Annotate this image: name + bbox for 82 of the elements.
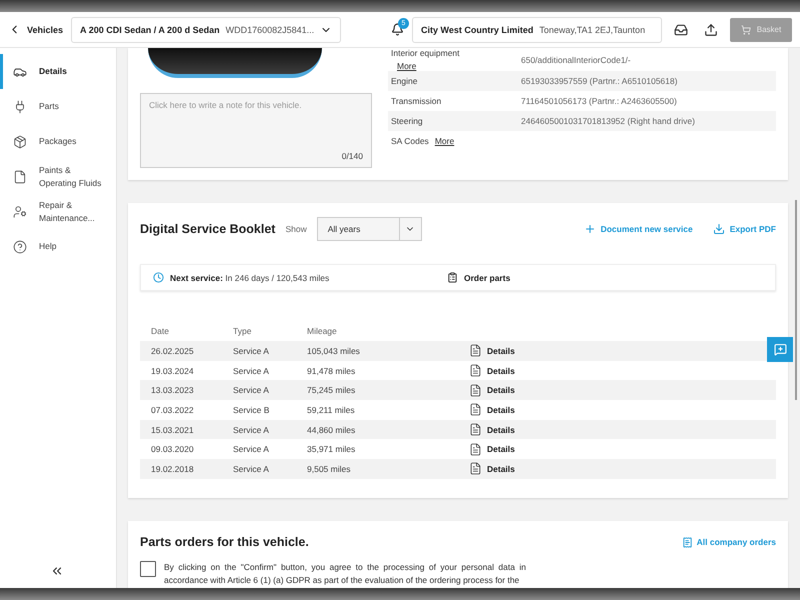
document-icon [469,403,482,416]
spec-value: 65193033957559 (Partnr.: A6510105618) [521,76,678,86]
help-icon [13,240,27,254]
filter-label: Show [285,224,307,234]
table-cell-text: 44,860 miles [307,424,356,435]
download-icon [712,223,725,235]
character-counter: 0/140 [342,151,363,161]
table-cell-text: 26.02.2025 [151,346,195,356]
spec-value: 650/additionalInteriorCode1/- [521,54,632,64]
vehicle-select[interactable]: A 200 CDI Sedan / A 200 d Sedan WDD1760082J5841... [71,16,342,42]
spec-label: Interior equipment [391,48,460,58]
clipboard-icon [447,272,458,283]
spec-value: 2464605001031701813952 (Right hand drive) [521,116,696,126]
details-link[interactable]: Details [469,423,515,436]
cart-icon [740,24,751,34]
document-icon [469,364,482,378]
details-link[interactable]: Details [469,462,515,476]
feedback-button[interactable] [767,337,793,362]
column-header: Date [151,326,170,336]
details-link[interactable]: Details [469,403,515,416]
sidebar-item[interactable]: Repair & Maintenance... [0,194,116,229]
column-header: Mileage [307,326,338,336]
file-icon [13,170,27,184]
clock-icon [153,272,164,283]
column-header: Type [233,326,252,336]
message-plus-icon [774,343,786,356]
document-icon [469,442,482,456]
details-link[interactable]: Details [469,384,515,397]
year-select[interactable]: All years [316,217,422,241]
inbox-icon [674,22,688,36]
more-link[interactable]: More [434,136,454,146]
table-cell-text: Service A [233,346,270,356]
document-icon [469,384,482,397]
table-cell-text: Service B [233,404,270,415]
table-cell-text: 59,211 miles [307,404,356,415]
plus-icon [584,223,596,235]
table-cell-text: 13.03.2023 [151,385,195,396]
table-cell-text: 75,245 miles [307,385,356,396]
note-field[interactable]: Click here to write a note for this vehicle. 0/140 [140,93,372,168]
table-cell-text: Service A [233,444,270,454]
table-cell-text: Service A [233,366,270,376]
upload-icon [704,22,718,36]
spec-label: Engine [391,76,418,86]
spec-label: Steering [391,116,423,126]
spec-label: Transmission [391,96,442,106]
sidebar-item[interactable]: Packages [0,124,116,159]
table-cell-text: 19.03.2024 [151,366,195,376]
table-cell-text: 15.03.2021 [151,424,195,435]
document-icon [469,344,482,358]
document-icon [469,462,482,476]
receipt-icon [682,536,693,548]
details-link[interactable]: Details [469,442,515,456]
sidebar-item[interactable]: Paints & Operating Fluids [0,159,116,194]
order-parts-link[interactable]: Order parts [447,272,510,283]
table-cell-text: Service A [233,464,270,474]
more-link[interactable]: More [397,61,416,71]
sidebar-item[interactable]: Help [0,229,116,264]
table-cell-text: 35,971 miles [307,444,356,454]
consent-text: By clicking on the "Confirm" button, you agree to the processing of your personal data in accordance with Article 6 (1) (a) GDPR as part of the evaluation of the ordering process for the [164,561,526,587]
sidebar-item[interactable]: Parts [0,89,116,124]
spec-value: 71164501056173 (Partnr.: A2463605500) [521,96,678,106]
plug-icon [13,100,27,114]
user-gear-icon [13,204,27,218]
document-icon [469,423,482,436]
table-cell-text: Service A [233,385,270,396]
back-link[interactable]: Vehicles [8,23,64,36]
table-cell-text: 105,043 miles [307,346,361,356]
section-title: Parts orders for this vehicle. [140,535,309,549]
spec-label: SA Codes [391,136,429,146]
table-cell-text: 19.02.2018 [151,464,195,474]
details-link[interactable]: Details [469,344,515,358]
dealer-select[interactable]: City West Country Limited Toneway,TA1 2EJ,Taunton [412,16,662,42]
consent-checkbox[interactable] [140,561,156,577]
box-icon [13,134,27,148]
table-cell-text: 07.03.2022 [151,404,195,415]
table-cell-text: 91,478 miles [307,366,356,376]
next-service-text: Next service: In 246 days / 120,543 miles [170,272,330,282]
section-title: Digital Service Booklet [140,222,276,236]
table-cell-text: 9,505 miles [307,464,352,474]
details-link[interactable]: Details [469,364,515,378]
table-cell-text: 09.03.2020 [151,444,195,454]
table-cell-text: Service A [233,424,270,435]
